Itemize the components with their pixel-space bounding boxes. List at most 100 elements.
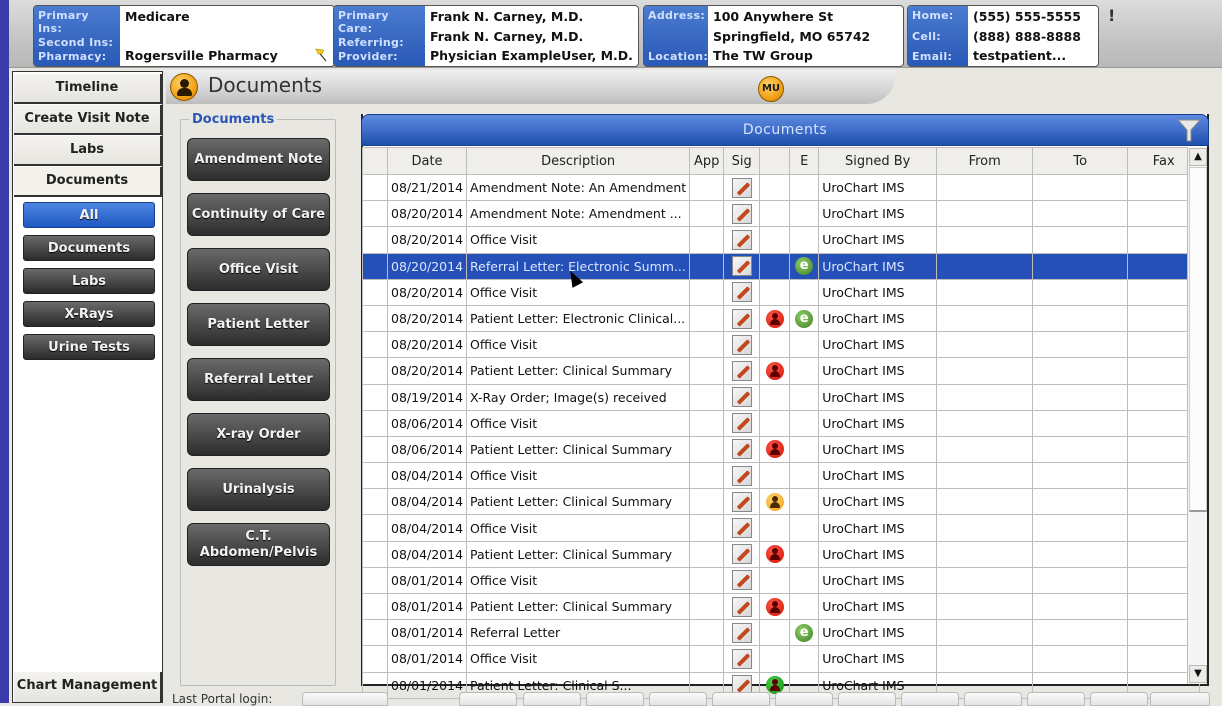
table-row[interactable]: 08/01/2014 Referral Letter e UroChart IMS (362, 619, 1201, 647)
signed-by-cell: UroChart IMS (818, 226, 938, 254)
scroll-thumb[interactable] (1189, 167, 1207, 512)
table-row[interactable]: 08/06/2014 Office Visit UroChart IMS (362, 409, 1201, 437)
col-header-from[interactable]: From (936, 147, 1034, 175)
nav-tab-labs[interactable]: Labs (14, 136, 162, 166)
toolbar-button-9[interactable] (964, 692, 1022, 706)
col-header-sig[interactable]: Sig (723, 147, 761, 175)
patient-status-icon[interactable] (765, 492, 784, 511)
toolbar-close-button[interactable] (1150, 692, 1210, 706)
signature-icon[interactable] (731, 518, 752, 539)
table-row[interactable]: 08/20/2014 Office Visit UroChart IMS (362, 226, 1201, 254)
mu-badge[interactable]: MU (758, 76, 784, 102)
filter-funnel-icon[interactable] (1176, 117, 1202, 143)
amendment-note-button[interactable]: Amendment Note (187, 138, 330, 181)
signature-icon[interactable] (731, 413, 752, 434)
status-cell (759, 435, 791, 464)
date-cell: 08/01/2014 (386, 592, 468, 621)
table-row[interactable]: 08/06/2014 Patient Letter: Clinical Summa… (362, 435, 1201, 464)
signature-icon[interactable] (731, 177, 752, 198)
signature-icon[interactable] (731, 439, 752, 460)
filter-documents-button[interactable]: Documents (23, 235, 155, 261)
nav-tab-documents[interactable]: Documents (14, 167, 162, 197)
table-row[interactable]: 08/20/2014 Referral Letter: Electronic Su… (362, 252, 1201, 280)
table-row[interactable]: 08/21/2014 Amendment Note: An Amendment Ur… (362, 173, 1201, 202)
toolbar-button-6[interactable] (775, 692, 833, 706)
signature-icon[interactable] (731, 544, 752, 565)
table-row[interactable]: 08/01/2014 Patient Letter: Clinical Summa… (362, 592, 1201, 621)
portal-button[interactable] (302, 692, 388, 706)
scroll-down-arrow-icon[interactable]: ▼ (1189, 665, 1207, 683)
nav-tab-chart-management[interactable]: Chart Management (14, 672, 162, 702)
signature-icon[interactable] (731, 491, 752, 512)
patient-status-icon[interactable] (765, 545, 784, 564)
signature-icon[interactable] (731, 282, 752, 303)
xray-order-button[interactable]: X-ray Order (187, 413, 330, 456)
signature-icon[interactable] (731, 622, 752, 643)
toolbar-button-11[interactable] (1090, 692, 1148, 706)
col-header-date[interactable]: Date (386, 147, 468, 175)
alert-icon[interactable]: ! (1108, 6, 1115, 25)
continuity-of-care-button[interactable]: Continuity of Care (187, 193, 330, 236)
nav-tab-timeline[interactable]: Timeline (14, 74, 162, 104)
signature-icon[interactable] (731, 203, 752, 224)
col-header-e[interactable]: E (789, 147, 820, 175)
toolbar-button-8[interactable] (901, 692, 959, 706)
patient-status-icon[interactable] (765, 440, 784, 459)
signature-icon[interactable] (731, 334, 752, 355)
col-header-signed-by[interactable]: Signed By (818, 147, 938, 175)
signature-icon[interactable] (731, 308, 752, 329)
urinalysis-button[interactable]: Urinalysis (187, 468, 330, 511)
table-row[interactable]: 08/01/2014 Office Visit UroChart IMS (362, 566, 1201, 595)
filter-urine-tests-button[interactable]: Urine Tests (23, 334, 155, 360)
table-row[interactable]: 08/04/2014 Office Visit UroChart IMS (362, 514, 1201, 542)
col-header-description[interactable]: Description (466, 147, 691, 175)
table-row[interactable]: 08/20/2014 Patient Letter: Clinical Summa… (362, 357, 1201, 385)
table-row[interactable]: 08/20/2014 Office Visit UroChart IMS (362, 278, 1201, 306)
nav-tab-create-visit-note[interactable]: Create Visit Note (14, 105, 162, 135)
signature-icon[interactable] (731, 596, 752, 617)
col-header-select[interactable] (362, 147, 388, 175)
toolbar-button-2[interactable] (523, 692, 581, 706)
office-visit-button[interactable]: Office Visit (187, 248, 330, 291)
signature-icon[interactable] (731, 229, 752, 250)
flag-icon[interactable] (314, 48, 328, 62)
table-row[interactable]: 08/01/2014 Office Visit UroChart IMS (362, 645, 1201, 673)
table-row[interactable]: 08/20/2014 Amendment Note: Amendment ... U… (362, 200, 1201, 228)
filter-xrays-button[interactable]: X-Rays (23, 301, 155, 327)
patient-status-icon[interactable] (765, 361, 784, 380)
toolbar-button-5[interactable] (712, 692, 770, 706)
patient-status-icon[interactable] (765, 309, 784, 328)
signature-icon[interactable] (731, 387, 752, 408)
col-header-to[interactable]: To (1032, 147, 1129, 175)
col-header-app[interactable]: App (689, 147, 725, 175)
table-row[interactable]: 08/20/2014 Office Visit UroChart IMS (362, 331, 1201, 359)
signature-icon[interactable] (731, 648, 752, 669)
toolbar-button-3[interactable] (586, 692, 644, 706)
filter-all-button[interactable]: All (23, 202, 155, 228)
toolbar-button-10[interactable] (1027, 692, 1085, 706)
scroll-up-arrow-icon[interactable]: ▲ (1189, 148, 1207, 166)
electronic-icon[interactable]: e (795, 309, 814, 328)
col-header-status[interactable] (759, 147, 791, 175)
patient-status-icon[interactable] (765, 597, 784, 616)
signature-icon[interactable] (731, 465, 752, 486)
toolbar-button-1[interactable] (459, 692, 517, 706)
toolbar-button-7[interactable] (838, 692, 896, 706)
table-row[interactable]: 08/20/2014 Patient Letter: Electronic Cli… (362, 304, 1201, 333)
electronic-icon[interactable]: e (795, 623, 814, 642)
toolbar-button-4[interactable] (649, 692, 707, 706)
signed-by-cell: UroChart IMS (818, 304, 938, 333)
referral-letter-button[interactable]: Referral Letter (187, 358, 330, 401)
ct-abdomen-pelvis-button[interactable]: C.T. Abdomen/Pelvis (187, 523, 330, 566)
signature-icon[interactable] (731, 570, 752, 591)
table-row[interactable]: 08/19/2014 X-Ray Order; Image(s) received… (362, 383, 1201, 411)
patient-letter-button[interactable]: Patient Letter (187, 303, 330, 346)
signature-icon[interactable] (731, 360, 752, 381)
table-row[interactable]: 08/04/2014 Patient Letter: Clinical Summa… (362, 540, 1201, 568)
table-row[interactable]: 08/04/2014 Office Visit UroChart IMS (362, 462, 1201, 490)
electronic-icon[interactable]: e (795, 257, 814, 276)
table-row[interactable]: 08/04/2014 Patient Letter: Clinical Summa… (362, 488, 1201, 516)
signature-icon[interactable] (731, 256, 752, 277)
vertical-scrollbar[interactable]: ▲ ▼ (1187, 147, 1207, 684)
filter-labs-button[interactable]: Labs (23, 268, 155, 294)
